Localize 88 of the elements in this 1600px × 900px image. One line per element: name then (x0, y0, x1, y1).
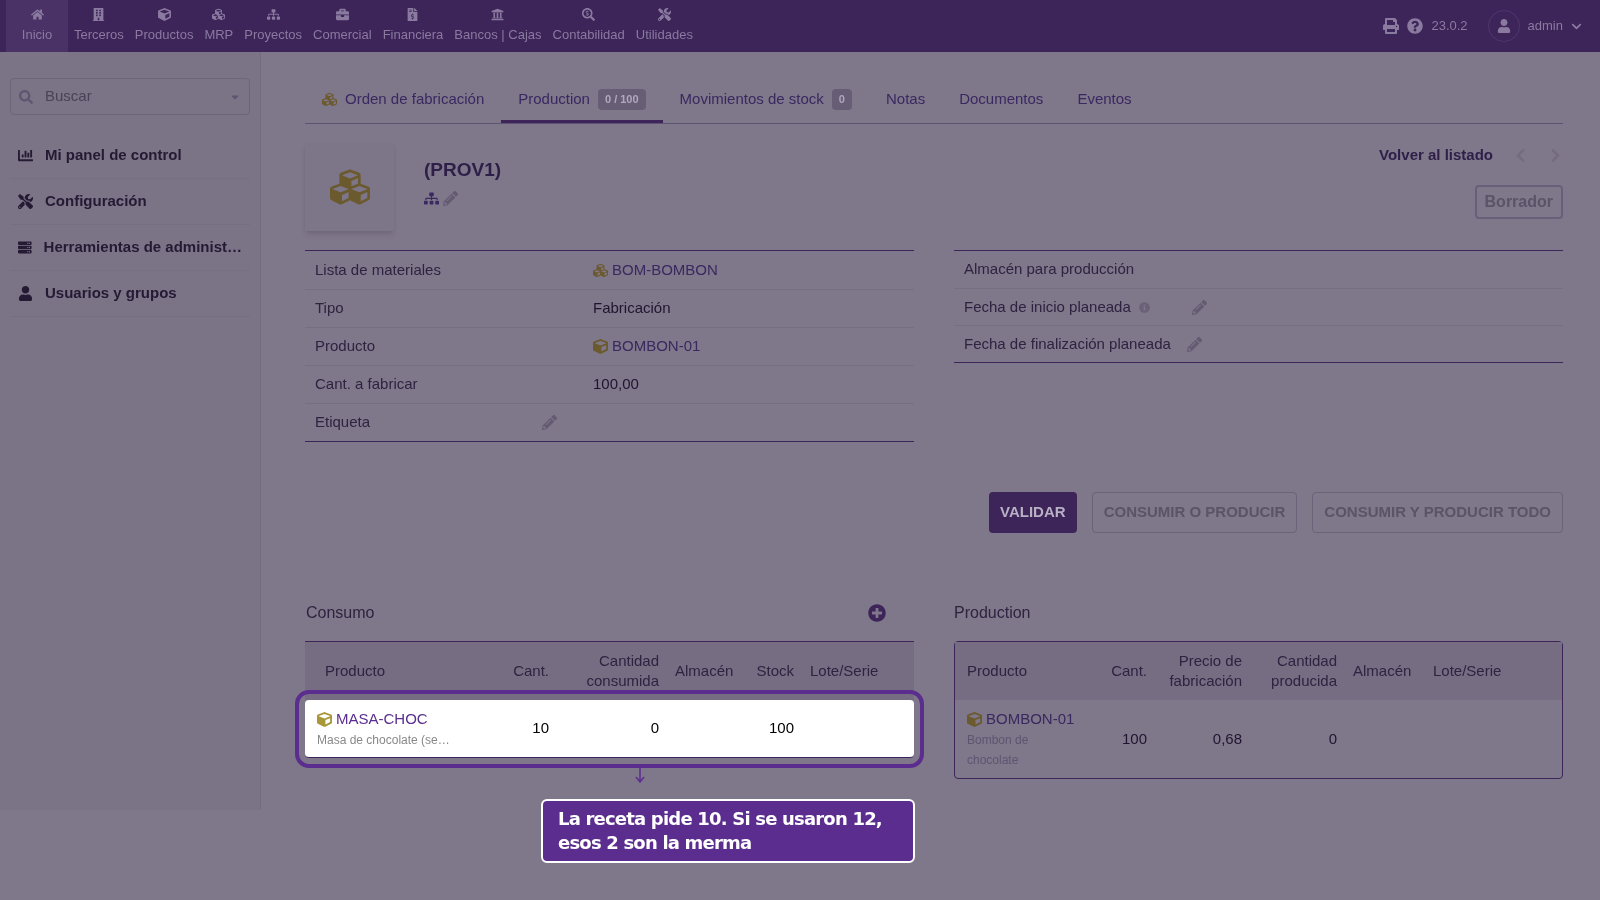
table-cell-text: 0 (1327, 728, 1337, 749)
menu-tab[interactable]: Contabilidad (547, 0, 630, 52)
table-cell-text: 0,68 (1211, 728, 1242, 749)
back-link[interactable]: Volver al listado (1379, 144, 1493, 167)
sidebar-item[interactable]: Mi panel de control (45, 144, 182, 167)
menu-tab[interactable]: MRP (199, 0, 239, 52)
version-label: 23.0.2 (1431, 17, 1468, 36)
cubes-icon (212, 7, 226, 21)
building-icon (92, 7, 106, 21)
sidebar-item[interactable]: Usuarios y grupos (45, 282, 177, 305)
menu-tab[interactable]: Utilidades (630, 0, 698, 52)
cubes-icon (322, 92, 337, 107)
column-header: Producto (967, 661, 1029, 681)
menu-tab[interactable]: Terceros (69, 0, 129, 52)
field-value: Fabricación (593, 298, 671, 319)
menu-tab[interactable]: Financiera (377, 0, 449, 52)
field-label: Lista de materiales (315, 259, 441, 280)
count-badge: 0 (831, 89, 852, 110)
column-header: Stock (755, 661, 795, 681)
field-label: Fecha de finalización planeada (964, 333, 1171, 354)
column-header: Lote/Serie (1432, 661, 1503, 681)
field-label: Fecha de inicio planeada (964, 296, 1131, 317)
table-cell-text: 100 (1120, 728, 1147, 749)
box-icon (593, 339, 608, 354)
column-header: Cantidad consumida (585, 651, 660, 691)
field-value: 100,00 (593, 374, 639, 395)
column-header: Producto (324, 661, 387, 681)
document-icon (406, 7, 420, 21)
tab[interactable]: Movimientos de stock 0 (662, 79, 869, 123)
field-label: Tipo (315, 298, 344, 319)
tab[interactable]: Eventos (1060, 79, 1149, 123)
menu-tab[interactable]: Inicio (6, 0, 68, 52)
column-header: Cant. (1110, 661, 1147, 681)
box-icon (157, 7, 171, 21)
table-cell-text: 10 (531, 718, 550, 739)
help-icon[interactable] (1407, 18, 1424, 34)
column-header: Almacén (674, 661, 735, 681)
column-header: Cant. (512, 661, 550, 681)
table-cell-text: 100 (767, 718, 795, 739)
tab[interactable]: Documentos (942, 79, 1061, 123)
hierarchy-icon[interactable] (424, 190, 439, 206)
hierarchy-icon (266, 7, 280, 21)
bank-icon (491, 7, 505, 21)
product-link[interactable]: BOMBON-01 (593, 335, 701, 358)
bom-link[interactable]: BOM-BOMBON (593, 258, 718, 282)
section-title: Consumo (305, 603, 375, 623)
cubes-icon (593, 262, 608, 278)
menu-tab[interactable]: Bancos | Cajas (449, 0, 547, 52)
arrow-icon (635, 767, 645, 783)
column-header: Almacén (1352, 661, 1413, 681)
field-label: Producto (315, 336, 376, 357)
tab[interactable]: Notas (868, 79, 943, 123)
sidebar-item[interactable]: Configuración (45, 190, 147, 213)
search-icon (19, 89, 33, 104)
box-icon (967, 711, 982, 727)
count-badge: 0 / 100 (597, 89, 646, 110)
product-link[interactable]: BOMBON-01 (967, 707, 1082, 731)
field-label: Cant. a fabricar (315, 374, 418, 395)
tools-icon (18, 194, 33, 209)
sidebar-item[interactable]: Herramientas de administ… (43, 236, 242, 259)
action-button[interactable]: VALIDAR (989, 492, 1077, 533)
menu-tab[interactable]: Comercial (308, 0, 377, 52)
print-icon[interactable] (1383, 18, 1400, 34)
menu-tab[interactable]: Proyectos (239, 0, 308, 52)
tab[interactable]: Orden de fabricación (305, 79, 502, 123)
box-icon (317, 712, 332, 727)
table-cell-text: 0 (649, 718, 660, 739)
section-title: Production (954, 603, 1031, 623)
tools-icon (657, 7, 671, 21)
home-icon (30, 7, 44, 21)
user-icon (18, 286, 33, 301)
tab[interactable]: Production 0 / 100 (501, 79, 663, 123)
magnifier-icon (582, 7, 596, 21)
field-label: Almacén para producción (964, 259, 1135, 280)
user-name[interactable]: admin (1527, 16, 1563, 36)
add-icon[interactable] (868, 604, 886, 622)
column-header: Cantidad producida (1270, 651, 1337, 691)
field-label: Etiqueta (315, 412, 371, 433)
chart-icon (18, 148, 33, 163)
callout: La receta pide 10. Si se usaron 12, esos 2 son la merma (541, 799, 915, 863)
column-header: Precio de fabricación (1168, 651, 1242, 691)
product-link[interactable]: MASA-CHOC (317, 708, 487, 731)
product-description: Masa de chocolate (se… (317, 731, 451, 749)
column-header: Lote/Serie (809, 661, 880, 681)
menu-tab[interactable]: Productos (129, 0, 199, 52)
reference-title: (PROV1) (424, 158, 502, 182)
server-icon (18, 240, 32, 255)
briefcase-icon (335, 7, 349, 21)
